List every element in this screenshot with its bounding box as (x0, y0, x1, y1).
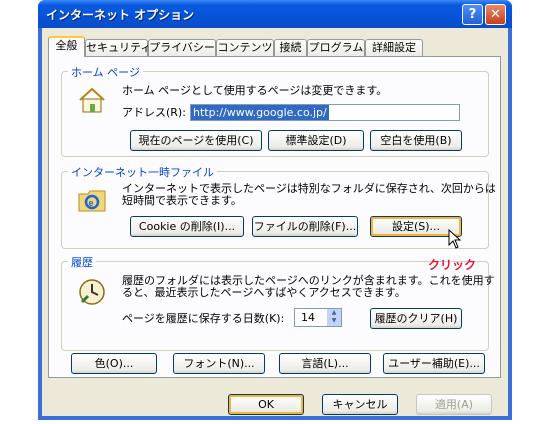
apply-button[interactable]: 適用(A) (416, 394, 492, 415)
clear-history-button[interactable]: 履歴のクリア(H) (370, 308, 462, 329)
use-blank-button[interactable]: 空白を使用(B) (370, 130, 462, 151)
history-icon (79, 279, 105, 305)
click-annotation: クリック (428, 258, 477, 272)
fonts-button[interactable]: フォント(N)... (173, 353, 265, 374)
address-label: アドレス(R): (122, 106, 186, 119)
history-group-label: 履歴 (68, 254, 96, 270)
history-days-value: 14 (301, 311, 315, 324)
temp-files-description-2: 短時間で表示できます。 (122, 194, 242, 207)
history-days-spinner[interactable]: 14 ▲ ▼ (294, 308, 342, 327)
homepage-group-label: ホーム ページ (68, 64, 143, 80)
tab-privacy[interactable]: プライバシー (148, 39, 216, 56)
homepage-description: ホーム ページとして使用するページは変更できます。 (122, 84, 388, 97)
ie-folder-icon: e (78, 190, 106, 212)
temp-files-group: インターネット一時ファイル e インターネットで表示したページは特別なフォルダに… (61, 164, 496, 249)
history-days-label: ページを履歴に保存する日数(K): (122, 312, 285, 325)
title-bar[interactable]: インターネット オプション ? ✕ (38, 0, 512, 28)
homepage-group: ホーム ページ ホーム ページとして使用するページは変更できます。 アドレス(R… (61, 64, 489, 157)
cancel-button[interactable]: キャンセル (322, 394, 398, 415)
address-field[interactable]: http://www.google.co.jp/ (190, 104, 460, 121)
spinner-arrows-icon[interactable]: ▲ ▼ (327, 309, 341, 326)
dialog-body: 全般 セキュリティ プライバシー コンテンツ 接続 プログラム 詳細設定 ホーム… (42, 28, 508, 416)
svg-text:e: e (89, 198, 94, 208)
tab-general[interactable]: 全般 (48, 36, 85, 57)
address-value: http://www.google.co.jp/ (191, 105, 329, 120)
history-group: 履歴 履歴のフォルダには表示したページへのリンクが含まれます。これを使用す ると… (61, 254, 495, 351)
tab-programs[interactable]: プログラム (307, 39, 365, 56)
tab-advanced[interactable]: 詳細設定 (365, 39, 423, 56)
use-current-button[interactable]: 現在のページを使用(C) (130, 130, 262, 151)
use-default-button[interactable]: 標準設定(D) (268, 130, 364, 151)
temp-files-group-label: インターネット一時ファイル (68, 164, 217, 180)
internet-options-window: インターネット オプション ? ✕ 全般 セキュリティ プライバシー コンテンツ… (38, 0, 512, 420)
tab-security[interactable]: セキュリティ (85, 39, 151, 56)
ok-button[interactable]: OK (228, 394, 304, 415)
close-button[interactable]: ✕ (485, 4, 506, 25)
window-title: インターネット オプション (46, 8, 195, 22)
mouse-cursor-icon (448, 229, 462, 249)
tab-connections[interactable]: 接続 (274, 39, 307, 56)
home-icon (79, 87, 105, 113)
general-tab-panel: ホーム ページ ホーム ページとして使用するページは変更できます。 アドレス(R… (48, 56, 501, 378)
accessibility-button[interactable]: ユーザー補助(E)... (383, 353, 485, 374)
delete-cookies-button[interactable]: Cookie の削除(I)... (130, 216, 244, 237)
delete-files-button[interactable]: ファイルの削除(F)... (252, 216, 358, 237)
colors-button[interactable]: 色(O)... (71, 353, 157, 374)
help-button[interactable]: ? (462, 4, 483, 25)
languages-button[interactable]: 言語(L)... (279, 353, 371, 374)
tab-content[interactable]: コンテンツ (216, 39, 274, 56)
history-description-2: ると、最近表示したページへすばやくアクセスできます。 (122, 286, 406, 299)
